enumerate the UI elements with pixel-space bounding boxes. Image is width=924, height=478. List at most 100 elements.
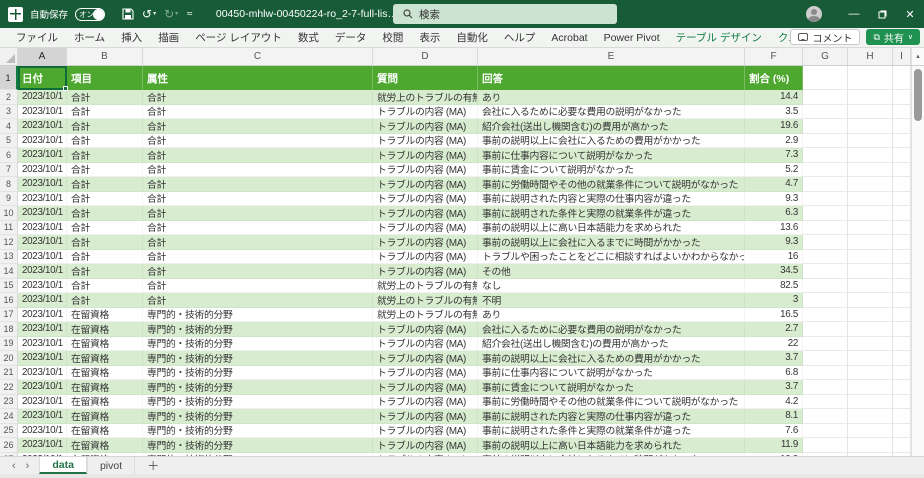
- cell-D21[interactable]: トラブルの内容 (MA): [373, 366, 478, 381]
- cell-A17[interactable]: 2023/10/1: [18, 308, 67, 323]
- cell-E8[interactable]: 事前に労働時間やその他の就業条件について説明がなかった: [478, 177, 745, 192]
- row-header-12[interactable]: 12: [0, 235, 18, 250]
- cell-F15[interactable]: 82.5: [745, 279, 803, 294]
- cell-H17[interactable]: [848, 308, 893, 323]
- cell-B18[interactable]: 在留資格: [67, 322, 143, 337]
- cell-B14[interactable]: 合計: [67, 264, 143, 279]
- column-header-I[interactable]: I: [893, 48, 911, 65]
- cell-D15[interactable]: 就労上のトラブルの有無: [373, 279, 478, 294]
- cell-I20[interactable]: [893, 351, 911, 366]
- cell-F21[interactable]: 6.8: [745, 366, 803, 381]
- cell-A19[interactable]: 2023/10/1: [18, 337, 67, 352]
- cell-G10[interactable]: [803, 206, 848, 221]
- cell-E18[interactable]: 会社に入るために必要な費用の説明がなかった: [478, 322, 745, 337]
- cell-F12[interactable]: 9.3: [745, 235, 803, 250]
- cell-F5[interactable]: 2.9: [745, 134, 803, 149]
- cell-D9[interactable]: トラブルの内容 (MA): [373, 192, 478, 207]
- cell-B6[interactable]: 合計: [67, 148, 143, 163]
- cell-E20[interactable]: 事前の説明以上に会社に入るための費用がかかった: [478, 351, 745, 366]
- cell-D3[interactable]: トラブルの内容 (MA): [373, 105, 478, 120]
- cell-C23[interactable]: 専門的・技術的分野: [143, 395, 373, 410]
- cell-F23[interactable]: 4.2: [745, 395, 803, 410]
- cell-I11[interactable]: [893, 221, 911, 236]
- cell-F22[interactable]: 3.7: [745, 380, 803, 395]
- cell-A24[interactable]: 2023/10/1: [18, 409, 67, 424]
- comments-button[interactable]: コメント: [790, 29, 860, 45]
- cell-G7[interactable]: [803, 163, 848, 178]
- cell-A22[interactable]: 2023/10/1: [18, 380, 67, 395]
- cell-E9[interactable]: 事前に説明された内容と実際の仕事内容が違った: [478, 192, 745, 207]
- cell-D12[interactable]: トラブルの内容 (MA): [373, 235, 478, 250]
- row-header-15[interactable]: 15: [0, 279, 18, 294]
- sheet-tab-data[interactable]: data: [39, 457, 87, 474]
- cell-E6[interactable]: 事前に仕事内容について説明がなかった: [478, 148, 745, 163]
- cell-E15[interactable]: なし: [478, 279, 745, 294]
- cell-I26[interactable]: [893, 438, 911, 453]
- cell-F3[interactable]: 3.5: [745, 105, 803, 120]
- cell-G15[interactable]: [803, 279, 848, 294]
- cell-D4[interactable]: トラブルの内容 (MA): [373, 119, 478, 134]
- cell-E21[interactable]: 事前に仕事内容について説明がなかった: [478, 366, 745, 381]
- cell-H14[interactable]: [848, 264, 893, 279]
- cell-H2[interactable]: [848, 90, 893, 105]
- cell-H25[interactable]: [848, 424, 893, 439]
- cell-H19[interactable]: [848, 337, 893, 352]
- cell-E10[interactable]: 事前に説明された条件と実際の就業条件が違った: [478, 206, 745, 221]
- cell-A10[interactable]: 2023/10/1: [18, 206, 67, 221]
- cell-F26[interactable]: 11.9: [745, 438, 803, 453]
- maximize-button[interactable]: [868, 0, 896, 28]
- cell-I27[interactable]: [893, 453, 911, 457]
- column-header-G[interactable]: G: [803, 48, 848, 65]
- cell-A4[interactable]: 2023/10/1: [18, 119, 67, 134]
- cell-A25[interactable]: 2023/10/1: [18, 424, 67, 439]
- cell-G18[interactable]: [803, 322, 848, 337]
- scrollbar-thumb[interactable]: [914, 69, 922, 121]
- cell-A26[interactable]: 2023/10/1: [18, 438, 67, 453]
- cell-H20[interactable]: [848, 351, 893, 366]
- cell-G1[interactable]: [803, 66, 848, 90]
- cell-G23[interactable]: [803, 395, 848, 410]
- cell-I15[interactable]: [893, 279, 911, 294]
- cell-D19[interactable]: トラブルの内容 (MA): [373, 337, 478, 352]
- table-header-A1[interactable]: 日付: [18, 66, 67, 90]
- cell-G2[interactable]: [803, 90, 848, 105]
- cell-B26[interactable]: 在留資格: [67, 438, 143, 453]
- cell-D18[interactable]: トラブルの内容 (MA): [373, 322, 478, 337]
- cell-A15[interactable]: 2023/10/1: [18, 279, 67, 294]
- cell-B22[interactable]: 在留資格: [67, 380, 143, 395]
- cell-H23[interactable]: [848, 395, 893, 410]
- cell-B8[interactable]: 合計: [67, 177, 143, 192]
- cell-H5[interactable]: [848, 134, 893, 149]
- cell-H11[interactable]: [848, 221, 893, 236]
- cell-G25[interactable]: [803, 424, 848, 439]
- cell-F10[interactable]: 6.3: [745, 206, 803, 221]
- vertical-scrollbar[interactable]: [911, 66, 924, 456]
- row-header-11[interactable]: 11: [0, 221, 18, 236]
- cell-C4[interactable]: 合計: [143, 119, 373, 134]
- cell-E7[interactable]: 事前に賃金について説明がなかった: [478, 163, 745, 178]
- cell-F4[interactable]: 19.6: [745, 119, 803, 134]
- cell-E16[interactable]: 不明: [478, 293, 745, 308]
- cell-H3[interactable]: [848, 105, 893, 120]
- ribbon-tab-2[interactable]: 挿入: [113, 30, 150, 45]
- row-header-4[interactable]: 4: [0, 119, 18, 134]
- cell-E13[interactable]: トラブルや困ったことをどこに相談すればよいかわからなかった: [478, 250, 745, 265]
- cell-B24[interactable]: 在留資格: [67, 409, 143, 424]
- cell-C3[interactable]: 合計: [143, 105, 373, 120]
- cell-B20[interactable]: 在留資格: [67, 351, 143, 366]
- cell-H16[interactable]: [848, 293, 893, 308]
- cell-A27[interactable]: 2023/10/1: [18, 453, 67, 457]
- cell-G9[interactable]: [803, 192, 848, 207]
- cell-B15[interactable]: 合計: [67, 279, 143, 294]
- cell-C11[interactable]: 合計: [143, 221, 373, 236]
- cell-C21[interactable]: 専門的・技術的分野: [143, 366, 373, 381]
- cell-I3[interactable]: [893, 105, 911, 120]
- cell-G11[interactable]: [803, 221, 848, 236]
- cell-G24[interactable]: [803, 409, 848, 424]
- ribbon-tab-9[interactable]: 自動化: [448, 30, 496, 45]
- autosave-toggle[interactable]: オン: [75, 8, 105, 21]
- cell-H9[interactable]: [848, 192, 893, 207]
- cell-H24[interactable]: [848, 409, 893, 424]
- cell-B13[interactable]: 合計: [67, 250, 143, 265]
- cell-D8[interactable]: トラブルの内容 (MA): [373, 177, 478, 192]
